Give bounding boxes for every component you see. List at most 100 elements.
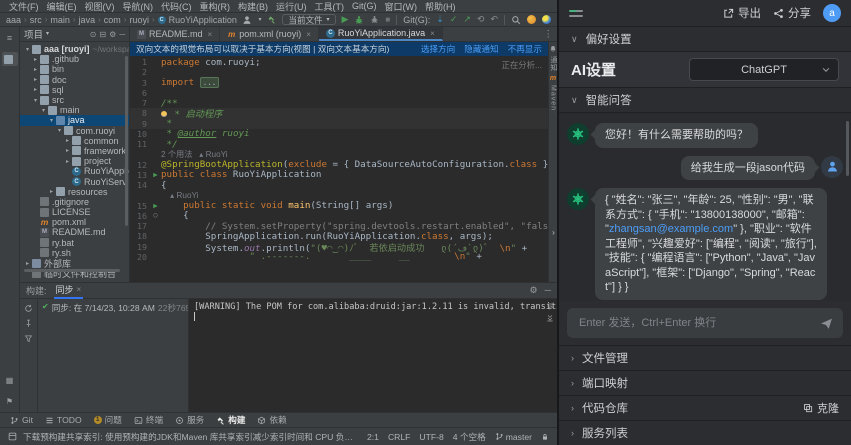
layout-icon[interactable]: ▦ [2,373,18,387]
tree-toggle-icon[interactable]: ▾ [24,46,31,53]
toolwindow-5-button[interactable]: 构建 [216,414,245,426]
breadcrumb-item-2[interactable]: main [50,15,70,25]
user-avatar[interactable]: a [823,4,841,22]
breadcrumb-item-4[interactable]: com [104,15,121,25]
bookmark-icon[interactable]: ⚑ [2,394,18,408]
export-button[interactable]: 导出 [723,5,761,21]
status-widget-3[interactable]: 4 个空格 [453,431,486,443]
breadcrumb-item-5[interactable]: ruoyi [129,15,149,25]
share-button[interactable]: 分享 [773,5,811,21]
git-rollback-icon[interactable]: ↶ [490,15,498,24]
tree-item-ruoyiapplication[interactable]: CRuoYiApplication [20,166,129,176]
tree-toggle-icon[interactable]: ▸ [32,66,39,73]
tree-item-sql[interactable]: ▸sql [20,85,129,95]
status-widget-1[interactable]: CRLF [388,432,410,442]
intention-bulb-icon[interactable] [161,111,167,117]
menu-item-4[interactable]: 代码(C) [157,0,196,13]
lock-widget[interactable] [541,433,549,441]
menu-item-8[interactable]: 工具(T) [311,0,349,13]
menu-item-1[interactable]: 编辑(E) [43,0,81,13]
rerun-icon[interactable] [24,304,33,313]
tree-item-main[interactable]: ▾main [20,105,129,115]
tree-toggle-icon[interactable]: ▸ [64,158,71,165]
ide-settings-icon[interactable] [542,15,551,24]
pin-icon[interactable] [24,319,33,328]
tree-item-pom.xml[interactable]: mpom.xml [20,217,129,227]
model-select[interactable]: ChatGPT [689,58,839,81]
build-settings-icon[interactable]: ⚙ [530,285,538,296]
tree-toggle-icon[interactable]: ▸ [32,56,39,63]
tree-vertical-scrollbar[interactable] [125,56,128,226]
git-commit-icon[interactable]: ✓ [450,15,458,24]
collapse-all-icon[interactable]: ⊟ [99,30,106,39]
status-widget-2[interactable]: UTF-8 [419,432,443,442]
banner-link-hide-notification[interactable]: 隐藏通知 [464,43,498,55]
panel-section-3[interactable]: › 服务列表 [559,420,851,445]
close-icon[interactable]: × [430,29,435,38]
banner-link-choose-direction[interactable]: 选择方向 [421,43,455,55]
email-link[interactable]: zhangsan@example.com [609,223,733,235]
preferences-section-header[interactable]: ∨ 偏好设置 [559,27,851,52]
toolwindow-6-button[interactable]: 依赖 [257,414,286,426]
panel-section-1[interactable]: › 端口映射 [559,370,851,395]
menu-item-2[interactable]: 视图(V) [81,0,119,13]
menu-item-7[interactable]: 运行(U) [272,0,311,13]
close-icon[interactable]: × [77,285,82,294]
tree-item-.github[interactable]: ▸.github [20,54,129,64]
build-console[interactable]: [WARNING] The POM for com.alibaba:druid:… [188,299,557,412]
menu-item-0[interactable]: 文件(F) [5,0,43,13]
filter-icon[interactable] [24,334,33,343]
tree-item-doc[interactable]: ▸doc [20,75,129,85]
settings-icon[interactable]: ⚙ [109,30,116,39]
tree-toggle-icon[interactable]: ▾ [40,107,47,114]
tree-item-src[interactable]: ▾src [20,95,129,105]
tree-item-bin[interactable]: ▸bin [20,64,129,74]
run-gutter-icon[interactable]: ▶ [153,170,158,179]
tree-toggle-icon[interactable]: ▸ [64,137,71,144]
git-branch-widget[interactable]: master [495,432,532,442]
build-status-pane[interactable]: ✔ 同步: 在 7/14/23, 10:28 AM 22秒765毫秒 [38,299,188,412]
breadcrumb-item-6[interactable]: CRuoYiApplication [158,15,237,25]
tree-item-resources[interactable]: ▸resources [20,187,129,197]
git-history-icon[interactable]: ⟲ [477,15,485,24]
menu-item-3[interactable]: 导航(N) [119,0,158,13]
tree-toggle-icon[interactable]: ▾ [48,117,55,124]
tree-item-ry.sh[interactable]: ry.sh [20,248,129,258]
clone-button[interactable]: 克隆 [803,400,839,416]
status-message[interactable]: 下载预构建共享索引: 使用预构建的JDK和Maven 库共享索引减少索引时间和 … [23,431,361,443]
run-gutter-icon[interactable]: ▶ [153,201,158,210]
tree-item-common[interactable]: ▸common [20,136,129,146]
minimize-icon[interactable]: ─ [545,285,551,296]
hamburger-menu-icon[interactable] [569,10,583,17]
chat-scrollbar[interactable] [846,121,849,176]
tree-toggle-icon[interactable]: ▸ [64,147,71,154]
breadcrumb-item-0[interactable]: aaa [6,15,21,25]
build-sync-tab[interactable]: 同步 × [54,283,84,299]
scroll-to-end-icon[interactable] [546,314,554,322]
menu-icon[interactable]: ≡ [2,31,18,45]
debug-button[interactable] [354,15,364,25]
editor-tab-1[interactable]: m pom.xml (ruoyi) × [220,27,319,41]
breadcrumb-item-1[interactable]: src [30,15,42,25]
bell-icon[interactable] [549,45,557,53]
tree-toggle-icon[interactable]: ▸ [32,86,39,93]
qa-section-header[interactable]: ∨ 智能问答 [559,88,851,113]
tree-item-java[interactable]: ▾java [20,115,129,125]
panel-section-0[interactable]: › 文件管理 [559,345,851,370]
menu-item-11[interactable]: 帮助(H) [421,0,460,13]
toolwindow-1-button[interactable]: TODO [45,415,82,425]
profile-gradient-icon[interactable] [527,15,536,24]
tree-toggle-icon[interactable]: ▾ [56,127,63,134]
send-icon[interactable] [820,317,833,330]
status-widget-0[interactable]: 2:1 [367,432,379,442]
editor-tab-0[interactable]: M README.md × [130,27,220,41]
tree-toggle-icon[interactable]: ▸ [48,188,55,195]
code-area[interactable]: 正在分析... 1package com.ruoyi;23import ...6… [130,56,548,282]
tree-item-ry.bat[interactable]: ry.bat [20,238,129,248]
menu-item-9[interactable]: Git(G) [348,1,381,11]
close-icon[interactable]: × [208,30,213,39]
code-editor[interactable]: 双向文本的视觉布局可以取决于基本方向(视图 | 双向文本基本方向) 选择方向 隐… [130,42,548,282]
hide-icon[interactable]: ─ [119,30,125,39]
toolwindow-4-button[interactable]: 服务 [175,414,204,426]
breadcrumb-item-3[interactable]: java [79,15,96,25]
